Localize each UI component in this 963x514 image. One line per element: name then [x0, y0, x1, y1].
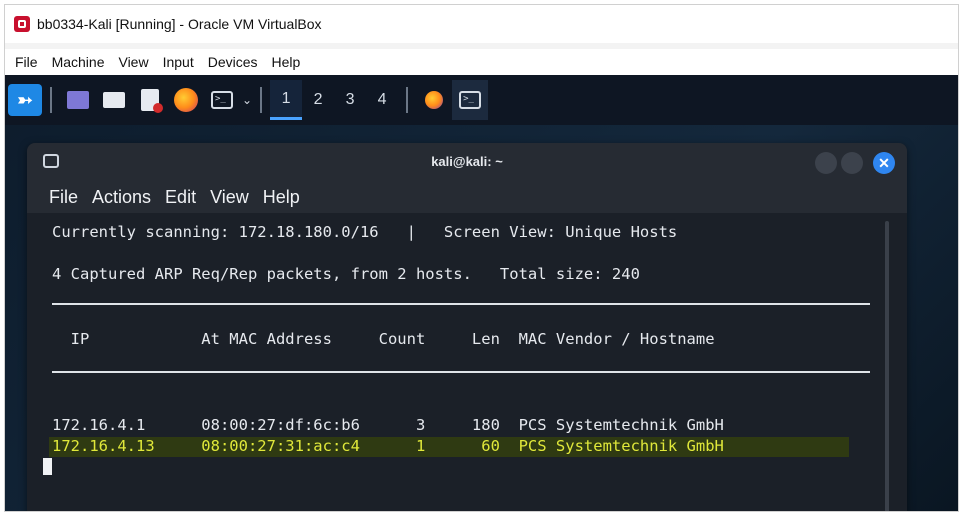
kali-desktop: ➳ >_ ⌄ 1 2 3 4 >_ kali@kali: ~ ✕ File Ac… [5, 75, 958, 511]
taskbar-separator [406, 87, 409, 113]
divider-top [52, 303, 870, 305]
vb-menu-machine[interactable]: Machine [52, 54, 105, 70]
maximize-button[interactable] [841, 152, 863, 174]
vb-menu-view[interactable]: View [118, 54, 148, 70]
firefox-launcher[interactable] [173, 84, 199, 116]
vb-title-bar: bb0334-Kali [Running] - Oracle VM Virtua… [5, 5, 958, 43]
workspace-1[interactable]: 1 [270, 80, 303, 120]
editor-launcher[interactable] [137, 84, 163, 116]
vb-menu-file[interactable]: File [15, 54, 38, 70]
firefox-icon [174, 88, 198, 112]
terminal-title: kali@kali: ~ [431, 154, 503, 169]
workspace-3[interactable]: 3 [334, 80, 366, 120]
desktop-launcher[interactable] [65, 84, 91, 116]
terminal-menu-bar: File Actions Edit View Help [27, 181, 907, 213]
firefox-task[interactable] [421, 84, 447, 116]
terminal-window[interactable]: kali@kali: ~ ✕ File Actions Edit View He… [27, 143, 907, 511]
packet-summary-line: 4 Captured ARP Req/Rep packets, from 2 h… [52, 265, 640, 283]
terminal-icon: >_ [459, 91, 482, 109]
taskbar-separator [260, 87, 263, 113]
terminal-scrollbar[interactable] [885, 221, 889, 511]
firefox-icon [425, 91, 444, 109]
scan-status-line: Currently scanning: 172.18.180.0/16 | Sc… [52, 223, 678, 241]
taskbar-separator [50, 87, 52, 113]
term-menu-help[interactable]: Help [263, 187, 300, 208]
virtualbox-app-icon [14, 16, 30, 32]
files-launcher[interactable] [101, 84, 127, 116]
close-icon: ✕ [878, 155, 890, 171]
window-title: bb0334-Kali [Running] - Oracle VM Virtua… [37, 16, 322, 32]
desktop-icon [67, 91, 89, 109]
terminal-cursor [43, 458, 52, 475]
close-button[interactable]: ✕ [873, 152, 895, 174]
term-menu-edit[interactable]: Edit [165, 187, 196, 208]
vb-menu-bar: File Machine View Input Devices Help [5, 49, 958, 75]
terminal-task[interactable]: >_ [452, 80, 489, 120]
divider-bottom [52, 371, 870, 373]
terminal-titlebar[interactable]: kali@kali: ~ ✕ [27, 143, 907, 181]
terminal-icon: >_ [211, 91, 233, 109]
terminal-launcher[interactable]: >_ [209, 84, 235, 116]
terminal-output[interactable]: Currently scanning: 172.18.180.0/16 | Sc… [27, 213, 907, 511]
vb-menu-devices[interactable]: Devices [208, 54, 258, 70]
file-manager-icon [103, 92, 125, 108]
host-row: 172.16.4.1 08:00:27:df:6c:b6 3 180 PCS S… [52, 416, 724, 434]
minimize-button[interactable] [815, 152, 837, 174]
host-row-highlighted: 172.16.4.13 08:00:27:31:ac:c4 1 60 PCS S… [52, 437, 724, 455]
kali-menu-icon[interactable]: ➳ [8, 84, 42, 116]
chevron-down-icon[interactable]: ⌄ [242, 84, 252, 116]
vb-menu-input[interactable]: Input [163, 54, 194, 70]
workspace-4[interactable]: 4 [366, 80, 398, 120]
text-editor-icon [141, 89, 163, 113]
virtualbox-window: bb0334-Kali [Running] - Oracle VM Virtua… [4, 4, 959, 512]
term-menu-actions[interactable]: Actions [92, 187, 151, 208]
workspace-2[interactable]: 2 [302, 80, 334, 120]
kali-taskbar: ➳ >_ ⌄ 1 2 3 4 >_ [5, 75, 958, 125]
vb-menu-help[interactable]: Help [272, 54, 301, 70]
term-menu-file[interactable]: File [49, 187, 78, 208]
column-header-line: IP At MAC Address Count Len MAC Vendor /… [52, 330, 715, 348]
term-menu-view[interactable]: View [210, 187, 249, 208]
